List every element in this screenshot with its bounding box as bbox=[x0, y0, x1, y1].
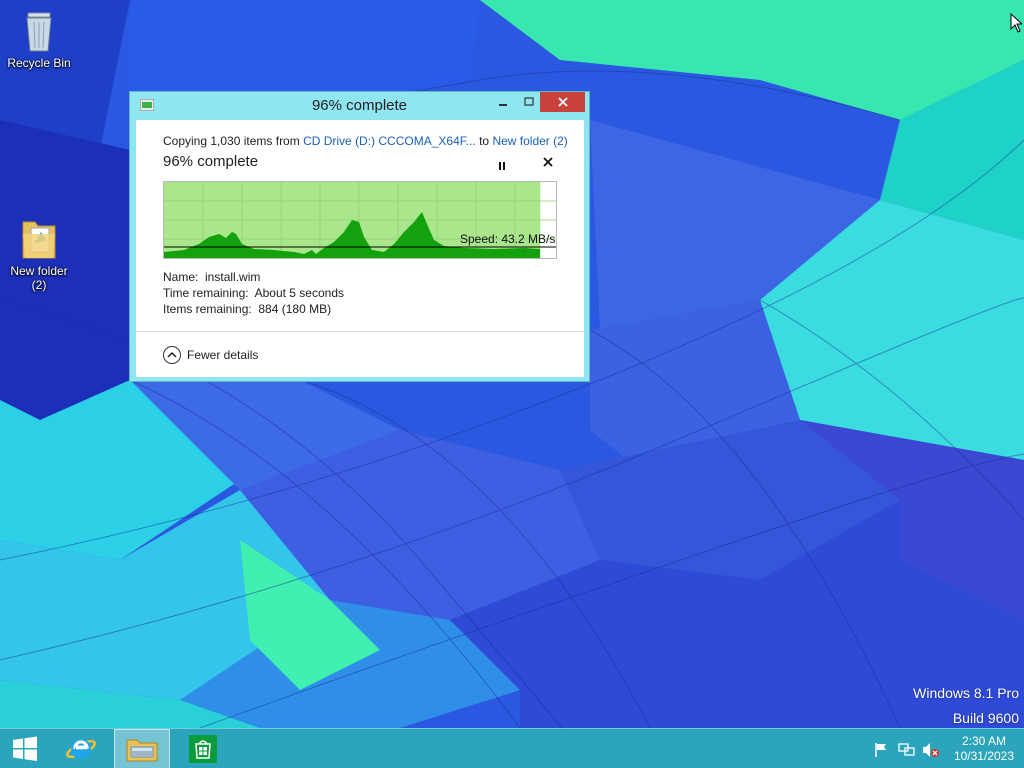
speed-label: Speed: 43.2 MB/s bbox=[460, 232, 556, 246]
action-center-flag-icon[interactable] bbox=[874, 742, 888, 758]
time-remaining-value: About 5 seconds bbox=[254, 286, 345, 300]
network-icon[interactable] bbox=[898, 742, 916, 758]
new-folder-label-line1: New folder bbox=[10, 264, 68, 278]
copy-description: Copying 1,030 items from CD Drive (D:) C… bbox=[163, 134, 568, 148]
chevron-up-icon bbox=[163, 346, 181, 364]
speed-graph-canvas bbox=[164, 182, 556, 258]
copy-progress-dialog: 96% complete Copying 1,030 items from CD… bbox=[129, 91, 590, 382]
dialog-content: Copying 1,030 items from CD Drive (D:) C… bbox=[136, 120, 584, 377]
name-row: Name: install.wim bbox=[163, 270, 260, 284]
desktop: Recycle Bin New folder (2) Windows 8.1 P… bbox=[0, 0, 1024, 768]
internet-explorer-icon bbox=[65, 739, 97, 759]
progress-heading: 96% complete bbox=[163, 153, 259, 170]
dialog-titlebar[interactable]: 96% complete bbox=[130, 92, 589, 120]
maximize-button[interactable] bbox=[516, 92, 542, 112]
maximize-icon bbox=[524, 97, 534, 106]
windows-build-watermark: Build 9600 bbox=[952, 710, 1019, 726]
system-clock[interactable]: 2:30 AM 10/31/2023 bbox=[954, 734, 1014, 764]
new-folder-desktop-icon[interactable]: New folder (2) bbox=[1, 214, 77, 292]
file-explorer-taskbar-button[interactable] bbox=[114, 729, 170, 768]
copy-to-text: to bbox=[475, 134, 493, 148]
clock-time: 2:30 AM bbox=[961, 734, 1006, 748]
windows-edition-watermark: Windows 8.1 Pro bbox=[913, 685, 1019, 701]
recycle-bin-icon bbox=[26, 12, 52, 52]
name-value: install.wim bbox=[205, 270, 261, 284]
minimize-button[interactable] bbox=[490, 92, 516, 112]
store-icon bbox=[189, 735, 217, 763]
items-remaining-label: Items remaining: bbox=[163, 302, 252, 316]
windows-logo-icon bbox=[13, 736, 37, 761]
new-folder-label-line2: (2) bbox=[31, 278, 47, 292]
cancel-button[interactable] bbox=[540, 153, 556, 171]
mouse-cursor-icon bbox=[1010, 13, 1022, 33]
cancel-icon bbox=[543, 157, 553, 167]
fewer-details-label: Fewer details bbox=[187, 348, 259, 362]
internet-explorer-taskbar-button[interactable] bbox=[56, 729, 106, 768]
items-remaining-value: 884 (180 MB) bbox=[258, 302, 332, 316]
source-link[interactable]: CD Drive (D:) CCCOMA_X64F... bbox=[303, 134, 476, 148]
destination-link[interactable]: New folder (2) bbox=[492, 134, 567, 148]
name-label: Name: bbox=[163, 270, 199, 284]
close-icon bbox=[557, 97, 568, 107]
file-explorer-icon bbox=[126, 739, 158, 762]
folder-icon bbox=[22, 221, 56, 259]
copy-prefix-text: Copying 1,030 items from bbox=[163, 134, 304, 148]
taskbar: 2:30 AM 10/31/2023 bbox=[0, 728, 1024, 768]
time-remaining-label: Time remaining: bbox=[163, 286, 249, 300]
transfer-speed-graph: Speed: 43.2 MB/s bbox=[163, 181, 557, 259]
items-remaining-row: Items remaining: 884 (180 MB) bbox=[163, 302, 331, 316]
details-divider bbox=[136, 331, 584, 332]
fewer-details-button[interactable]: Fewer details bbox=[163, 346, 258, 364]
store-taskbar-button[interactable] bbox=[178, 729, 228, 768]
pause-button[interactable] bbox=[496, 157, 508, 170]
pause-icon bbox=[499, 162, 505, 170]
start-button[interactable] bbox=[0, 729, 50, 768]
recycle-bin-desktop-icon[interactable]: Recycle Bin bbox=[1, 8, 77, 70]
volume-muted-icon[interactable] bbox=[922, 742, 940, 758]
close-button[interactable] bbox=[540, 92, 585, 112]
time-remaining-row: Time remaining: About 5 seconds bbox=[163, 286, 344, 300]
minimize-icon bbox=[499, 104, 507, 106]
clock-date: 10/31/2023 bbox=[953, 749, 1014, 763]
recycle-bin-label: Recycle Bin bbox=[7, 56, 71, 70]
